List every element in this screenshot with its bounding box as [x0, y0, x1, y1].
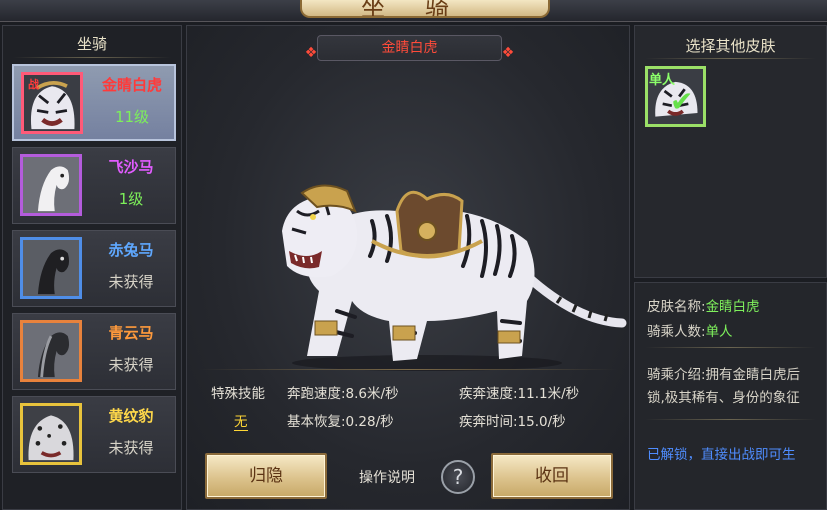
black-horse-icon — [23, 240, 79, 296]
mount-status: 未获得 — [108, 356, 154, 374]
mount-thumbnail: 战 — [21, 72, 83, 134]
stats-divider — [199, 369, 617, 370]
mount-model-image[interactable] — [277, 171, 637, 376]
intro-line-2: 锁,极其稀有、身份的象征 — [647, 390, 800, 406]
mount-name-banner: ❖ 金睛白虎 ❖ — [305, 35, 514, 61]
mount-display-panel: ❖ 金睛白虎 ❖ 特殊技能 无 奔跑速度:8.6米/秒 疾奔速度:11.1米/秒… — [186, 25, 630, 510]
skin-name-row: 皮肤名称:金睛白虎 — [647, 295, 760, 315]
unlock-text: 已解锁，直接出战即可生 — [647, 447, 796, 463]
battle-tag: 战 — [28, 78, 39, 91]
run-speed-stat: 奔跑速度:8.6米/秒 — [287, 386, 399, 402]
ornament-left-icon: ❖ — [304, 45, 318, 61]
mount-name: 黄纹豹 — [108, 407, 154, 425]
riders-value: 单人 — [705, 324, 733, 340]
mount-status: 11级 — [114, 108, 150, 126]
intro-line-1: 骑乘介绍:拥有金睛白虎后 — [647, 367, 801, 383]
mount-name: 青云马 — [108, 324, 154, 342]
mount-name: 飞沙马 — [108, 158, 154, 176]
recall-button[interactable]: 收回 — [491, 453, 613, 499]
window-title: 坐骑 — [361, 0, 489, 18]
mount-status: 未获得 — [108, 273, 154, 291]
divider — [645, 419, 816, 420]
mount-status: 未获得 — [108, 439, 154, 457]
skin-select-title: 选择其他皮肤 — [685, 37, 776, 55]
mount-name-title: 金睛白虎 — [381, 40, 438, 56]
mount-list-item[interactable]: 赤兔马 未获得 — [12, 230, 176, 307]
skin-option[interactable]: 单人 ✔ — [645, 66, 706, 127]
dismount-button[interactable]: 归隐 — [205, 453, 327, 499]
mount-thumbnail — [20, 403, 82, 465]
mount-thumbnail — [20, 154, 82, 216]
mount-status: 1级 — [118, 190, 144, 208]
mount-name: 金睛白虎 — [101, 76, 162, 94]
mount-list-item[interactable]: 青云马 未获得 — [12, 313, 176, 390]
divider — [13, 57, 171, 58]
skin-name-value: 金睛白虎 — [705, 299, 760, 315]
check-icon: ✔ — [670, 85, 694, 118]
sprint-time-stat: 疾奔时间:15.0/秒 — [459, 414, 566, 430]
help-icon[interactable]: ? — [441, 460, 475, 494]
special-skill-label: 特殊技能 — [211, 386, 265, 402]
mount-thumbnail — [20, 320, 82, 382]
special-skill-value[interactable]: 无 — [234, 410, 248, 431]
help-label[interactable]: 操作说明 — [359, 467, 415, 487]
mount-list-item[interactable]: 飞沙马 1级 — [12, 147, 176, 224]
ornament-right-icon: ❖ — [501, 45, 515, 61]
leopard-icon — [23, 406, 79, 462]
mount-list-item[interactable]: 黄纹豹 未获得 — [12, 396, 176, 473]
mount-list-title: 坐骑 — [76, 35, 107, 53]
riders-row: 骑乘人数:单人 — [647, 320, 733, 340]
recovery-stat: 基本恢复:0.28/秒 — [287, 414, 394, 430]
skin-name-label: 皮肤名称: — [647, 299, 706, 315]
white-horse-icon — [23, 157, 79, 213]
grey-horse-icon — [23, 323, 79, 379]
mount-thumbnail — [20, 237, 82, 299]
mount-list-item[interactable]: 战 金睛白虎 11级 — [12, 64, 176, 141]
skin-info-panel: 皮肤名称:金睛白虎 骑乘人数:单人 骑乘介绍:拥有金睛白虎后 锁,极其稀有、身份… — [634, 282, 827, 510]
mount-list-panel: 坐骑 战金睛白虎 11级 飞沙马 1级 赤兔马 未获得 青云马 未获得 黄纹豹 未获得 — [2, 25, 182, 510]
divider — [645, 347, 816, 348]
mount-name: 赤兔马 — [108, 241, 154, 259]
sprint-speed-stat: 疾奔速度:11.1米/秒 — [459, 386, 580, 402]
skin-select-panel: 选择其他皮肤 单人 ✔ — [634, 25, 827, 278]
divider — [645, 58, 816, 59]
window-title-plaque: 坐骑 — [300, 0, 550, 18]
riders-label: 骑乘人数: — [647, 324, 706, 340]
